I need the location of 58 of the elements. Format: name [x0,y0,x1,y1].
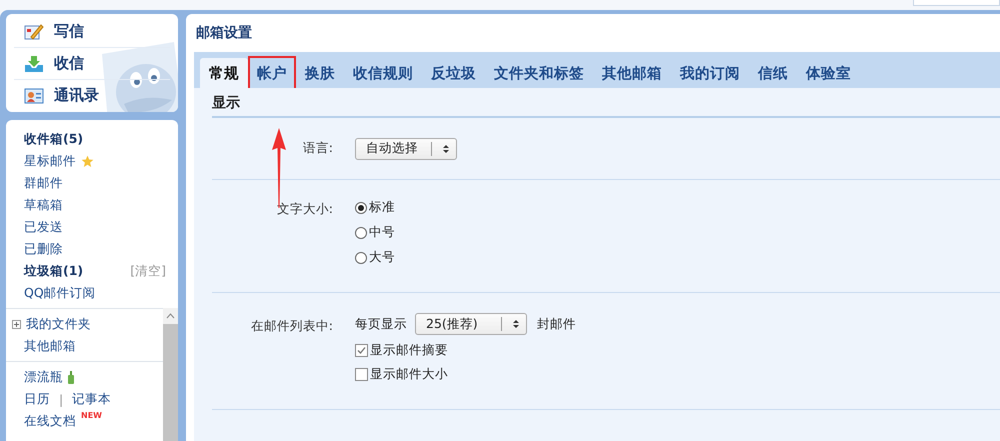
checkbox[interactable] [355,344,368,357]
sidebar-action[interactable]: 写信 [14,16,170,48]
search-field[interactable] [913,0,1000,6]
pencil-note-icon [24,22,44,40]
select-dropdown[interactable]: 自动选择 [355,138,457,160]
sidebar-item[interactable]: 群邮件 [24,174,63,192]
up-down-arrows-icon [442,144,450,154]
settings-tab[interactable]: 体验室 [797,58,860,88]
sidebar-item[interactable]: 星标邮件 [24,152,76,170]
inbox-download-icon [24,54,44,72]
sidebar-action[interactable]: 收信 [14,48,170,80]
checkbox-label: 显示邮件大小 [370,366,448,383]
sidebar-item[interactable]: 收件箱(5) [24,130,84,148]
radio-button[interactable] [355,202,367,214]
checkbox-label: 显示邮件摘要 [370,342,448,359]
sidebar-item[interactable]: 已删除 [24,240,63,258]
contact-card-icon [24,88,44,104]
expand-icon[interactable] [12,320,21,328]
sidebar-item[interactable]: QQ邮件订阅 [24,284,96,302]
radio-label: 大号 [369,249,395,266]
settings-tab[interactable]: 收信规则 [344,58,422,88]
sidebar-item[interactable]: 日历 [24,390,50,408]
settings-tab[interactable]: 其他邮箱 [593,58,671,88]
checkbox[interactable] [355,368,368,381]
radio-label: 标准 [369,199,395,216]
up-down-arrows-icon [512,319,520,329]
radio-button[interactable] [355,226,367,238]
sidebar-item[interactable]: 在线文档 [24,412,76,430]
setting-label: 在邮件列表中: [250,317,334,335]
sidebar-item[interactable]: 漂流瓶 [24,368,63,386]
settings-tab[interactable]: 换肤 [296,58,344,88]
star-icon [81,154,94,168]
new-label: NEW [81,411,102,420]
setting-label: 语言: [302,140,334,157]
sidebar-action[interactable]: 通讯录 [14,80,170,111]
sidebar-item[interactable]: 记事本 [72,390,112,408]
settings-tab[interactable]: 我的订阅 [671,58,749,88]
page-title: 邮箱设置 [195,24,253,43]
sidebar-item[interactable]: 垃圾箱(1) [24,262,84,280]
sidebar-item[interactable]: 草稿箱 [24,196,63,214]
settings-tab[interactable]: 信纸 [749,58,797,88]
scroll-up-icon[interactable] [163,308,178,324]
radio-button[interactable] [355,252,367,264]
setting-label: 文字大小: [276,200,334,218]
sidebar-item[interactable]: 我的文件夹 [26,316,91,332]
settings-tab[interactable]: 文件夹和标签 [485,58,593,88]
sidebar-item[interactable]: 其他邮箱 [24,338,76,354]
scrollbar[interactable] [163,308,178,441]
setting-text: 封邮件 [537,316,576,332]
select-dropdown[interactable]: 25(推荐) [415,313,527,335]
setting-text: 每页显示 [355,316,407,332]
settings-tab[interactable]: 反垃圾 [422,58,485,88]
bottle-icon [68,370,74,384]
sidebar-item[interactable]: 已发送 [24,218,63,236]
radio-label: 中号 [369,224,395,241]
separator: | [58,392,64,406]
section-title: 显示 [212,88,1000,118]
settings-tab[interactable]: 常规 [200,58,248,88]
